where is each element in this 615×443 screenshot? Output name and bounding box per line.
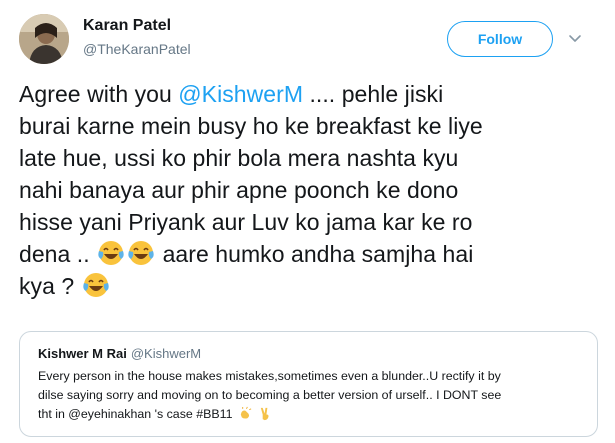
tweet-text-segment: aare humko andha samjha hai [156, 241, 474, 267]
author-handle[interactable]: @TheKaranPatel [83, 41, 191, 57]
quote-text-segment: tht in @eyehinakhan 's case #BB11 [38, 407, 233, 421]
quoted-tweet-text: Every person in the house makes mistakes… [38, 367, 588, 424]
avatar[interactable] [19, 14, 69, 64]
face-with-tears-of-joy-icon [98, 241, 124, 265]
mention-link[interactable]: @KishwerM [178, 81, 303, 107]
quoted-author: Kishwer M Rai @KishwerM [38, 346, 201, 361]
tweet-line: nahi banaya aur phir apne poonch ke dono [19, 177, 459, 203]
quoted-tweet-card[interactable]: Kishwer M Rai @KishwerM Every person in t… [19, 331, 598, 437]
tweet-text: Agree with you @KishwerM .... pehle jisk… [19, 78, 609, 302]
tweet-text-segment: dena .. [19, 241, 97, 267]
quoted-author-handle: @KishwerM [130, 346, 202, 361]
author-name[interactable]: Karan Patel [83, 17, 171, 35]
victory-hand-icon [261, 407, 269, 421]
quote-line: dilse saying sorry and moving on to beco… [38, 388, 502, 402]
quoted-author-name: Kishwer M Rai [38, 346, 127, 361]
tweet-text-segment: Agree with you [19, 81, 179, 107]
face-with-tears-of-joy-icon [128, 241, 154, 265]
tweet-line: dena .. aare humko andha samjha hai [19, 238, 609, 270]
tweet-text-segment: kya ? [19, 273, 81, 299]
profile-photo [19, 14, 69, 64]
tweet-line: hisse yani Priyank aur Luv ko jama kar k… [19, 209, 473, 235]
tweet-line: kya ? [19, 270, 609, 302]
follow-button[interactable]: Follow [447, 21, 553, 57]
clapping-hands-icon [240, 406, 252, 419]
quote-line: tht in @eyehinakhan 's case #BB11 [38, 405, 588, 424]
tweet-line: late hue, ussi ko phir bola mera nashta … [19, 145, 459, 171]
face-with-tears-of-joy-icon [83, 273, 109, 297]
chevron-down-icon[interactable] [567, 30, 583, 46]
tweet-line: Agree with you @KishwerM .... pehle jisk… [19, 78, 609, 110]
tweet-text-segment: .... pehle jiski [303, 81, 444, 107]
quote-line: Every person in the house makes mistakes… [38, 369, 501, 383]
tweet-line: burai karne mein busy ho ke breakfast ke… [19, 113, 483, 139]
